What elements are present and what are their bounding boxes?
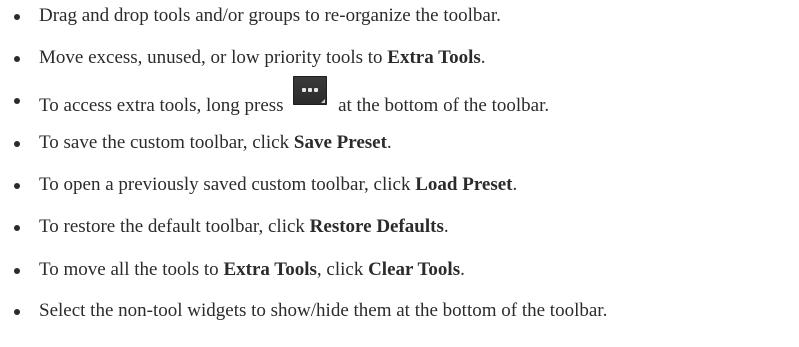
instruction-text: Move excess, unused, or low priority too… — [39, 45, 486, 71]
text-segment: at the bottom of the toolbar. — [333, 94, 550, 116]
instruction-text: Drag and drop tools and/or groups to re-… — [39, 3, 501, 29]
bullet-icon — [14, 141, 20, 147]
instruction-text: To access extra tools, long press at the… — [39, 75, 550, 119]
list-item: Move excess, unused, or low priority too… — [0, 45, 486, 71]
text-segment: , click — [316, 259, 369, 280]
list-item: To restore the default toolbar, click Re… — [0, 214, 449, 240]
text-segment: Select the non-tool widgets to show/hide… — [39, 300, 608, 321]
bold-term: Extra Tools — [387, 47, 481, 68]
bold-term: Restore Defaults — [309, 216, 444, 237]
instruction-text: To save the custom toolbar, click Save P… — [39, 130, 392, 156]
instruction-text: To move all the tools to Extra Tools, cl… — [39, 257, 465, 283]
text-segment: Move excess, unused, or low priority too… — [39, 47, 388, 68]
more-tools-icon — [293, 75, 328, 105]
instruction-text: To open a previously saved custom toolba… — [39, 172, 517, 198]
bullet-icon — [14, 98, 20, 104]
list-item: To open a previously saved custom toolba… — [0, 172, 517, 198]
bullet-icon — [14, 309, 20, 315]
list-item: Select the non-tool widgets to show/hide… — [0, 298, 607, 324]
bullet-icon — [14, 183, 20, 189]
text-segment: Drag and drop tools and/or groups to re-… — [39, 5, 501, 26]
instruction-text: Select the non-tool widgets to show/hide… — [39, 298, 607, 324]
text-segment: . — [460, 259, 465, 280]
text-segment: To access extra tools, long press — [39, 94, 289, 116]
list-item: To move all the tools to Extra Tools, cl… — [0, 257, 465, 283]
list-item: Drag and drop tools and/or groups to re-… — [0, 3, 501, 29]
bold-term: Extra Tools — [223, 259, 317, 280]
list-item: To save the custom toolbar, click Save P… — [0, 130, 392, 156]
bullet-icon — [14, 56, 20, 62]
text-segment: To save the custom toolbar, click — [39, 132, 294, 153]
text-segment: To restore the default toolbar, click — [39, 216, 310, 237]
instruction-text: To restore the default toolbar, click Re… — [39, 214, 449, 240]
bold-term: Load Preset — [415, 174, 513, 195]
text-segment: . — [480, 47, 486, 68]
bullet-icon — [14, 268, 20, 274]
list-item: To access extra tools, long press at the… — [0, 75, 549, 116]
bold-term: Clear Tools — [368, 259, 461, 280]
text-segment: . — [443, 216, 449, 237]
text-segment: . — [512, 174, 518, 195]
text-segment: To move all the tools to — [39, 259, 224, 280]
text-segment: To open a previously saved custom toolba… — [39, 174, 416, 195]
text-segment: . — [386, 132, 392, 153]
bullet-icon — [14, 14, 20, 20]
bullet-icon — [14, 225, 20, 231]
bold-term: Save Preset — [293, 132, 387, 153]
